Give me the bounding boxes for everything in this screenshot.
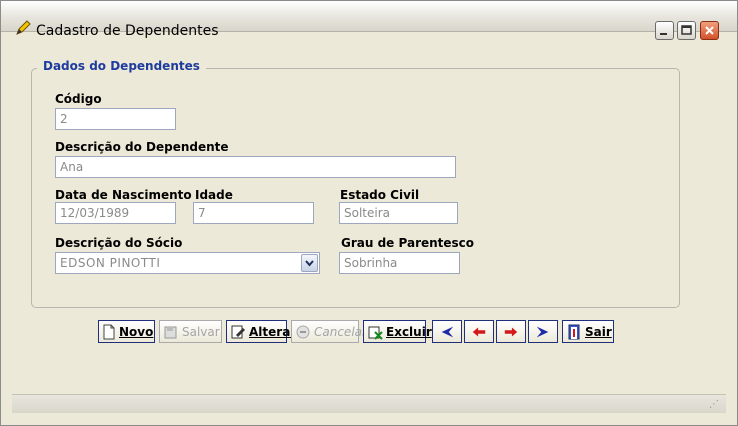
previous-record-button[interactable] (464, 320, 494, 343)
delete-icon (367, 324, 383, 340)
first-record-button[interactable] (432, 320, 462, 343)
alterar-button[interactable]: Alterar (226, 320, 296, 343)
novo-button[interactable]: Novo (98, 320, 155, 343)
new-document-icon (102, 324, 116, 340)
previous-record-icon (471, 324, 487, 340)
socio-selected-value: EDSON PINOTTI (60, 256, 161, 270)
data-nascimento-label: Data de Nascimento (55, 188, 192, 202)
minimize-icon (660, 33, 667, 35)
window-title: Cadastro de Dependentes (36, 23, 219, 39)
idade-label: Idade (195, 188, 233, 202)
first-record-icon (439, 324, 455, 340)
descricao-field[interactable]: Ana (55, 156, 456, 178)
pencil-app-icon (15, 20, 31, 40)
chevron-down-icon (305, 260, 314, 267)
cancel-icon (295, 324, 311, 340)
last-record-icon (535, 324, 551, 340)
window: Cadastro de Dependentes Dados do Depende… (0, 0, 738, 426)
next-record-icon (503, 324, 519, 340)
sair-button[interactable]: Sair (562, 320, 614, 343)
minimize-button[interactable] (655, 21, 674, 40)
parentesco-label: Grau de Parentesco (341, 236, 475, 250)
sair-label: Sair (585, 324, 612, 339)
edit-document-icon (230, 324, 246, 340)
close-button[interactable] (700, 21, 719, 40)
close-icon (705, 26, 714, 35)
estado-civil-field[interactable]: Solteira (339, 202, 458, 224)
descricao-label: Descrição do Dependente (55, 140, 229, 154)
save-icon (163, 324, 179, 340)
last-record-button[interactable] (528, 320, 558, 343)
maximize-icon (681, 25, 692, 35)
cancelar-label: Cancelar (314, 324, 367, 339)
status-bar (12, 394, 726, 413)
data-nascimento-field[interactable]: 12/03/1989 (55, 202, 176, 224)
maximize-button[interactable] (677, 21, 696, 40)
alterar-label: Alterar (249, 324, 297, 339)
socio-select[interactable]: EDSON PINOTTI (55, 252, 320, 274)
novo-label: Novo (119, 324, 154, 339)
parentesco-field[interactable]: Sobrinha (339, 252, 460, 274)
socio-label: Descrição do Sócio (55, 236, 183, 250)
codigo-label: Código (55, 92, 102, 106)
group-title: Dados do Dependentes (37, 59, 206, 73)
cancelar-button[interactable]: Cancelar (291, 320, 367, 343)
excluir-button[interactable]: Excluir (363, 320, 432, 343)
estado-civil-label: Estado Civil (340, 188, 420, 202)
idade-field[interactable]: 7 (193, 202, 314, 224)
next-record-button[interactable] (496, 320, 526, 343)
exit-door-icon (566, 324, 582, 340)
excluir-label: Excluir (386, 324, 432, 339)
salvar-button[interactable]: Salvar (159, 320, 222, 343)
resize-grip-icon[interactable]: ⋰ (709, 399, 719, 410)
salvar-label: Salvar (182, 324, 220, 339)
codigo-field[interactable]: 2 (55, 108, 176, 130)
socio-dropdown-button[interactable] (301, 254, 318, 272)
